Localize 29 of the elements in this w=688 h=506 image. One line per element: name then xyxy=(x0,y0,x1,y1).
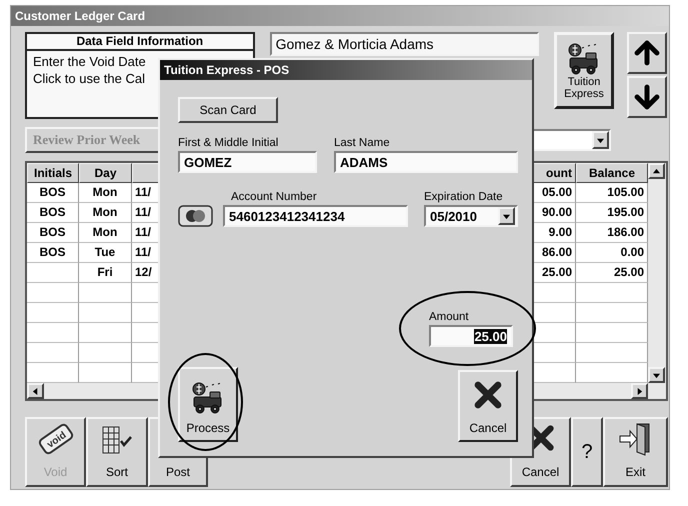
table-cell: 90.00 xyxy=(533,203,576,223)
table-cell: Mon xyxy=(79,203,132,223)
table-cell: 186.00 xyxy=(576,223,648,243)
table-cell: Fri xyxy=(79,263,132,283)
void-ticket-icon: void xyxy=(36,421,74,457)
table-cell: BOS xyxy=(27,203,79,223)
field-label: Expiration Date xyxy=(424,191,504,203)
field-label: First & Middle Initial xyxy=(178,137,280,149)
field-label: Amount xyxy=(429,311,470,323)
table-cell: 25.00 xyxy=(533,263,576,283)
table-cell: 05.00 xyxy=(533,183,576,203)
table-cell: BOS xyxy=(27,183,79,203)
table-cell: 195.00 xyxy=(576,203,648,223)
table-cell: 25.00 xyxy=(576,263,648,283)
field-label: Last Name xyxy=(334,137,391,149)
table-cell: 105.00 xyxy=(576,183,648,203)
table-cell: 86.00 xyxy=(533,243,576,263)
table-cell: Mon xyxy=(79,183,132,203)
table-cell: 9.00 xyxy=(533,223,576,243)
table-cell: Mon xyxy=(79,223,132,243)
info-text: Enter the Void Date Click to use the Cal xyxy=(32,53,147,88)
table-cell: 0.00 xyxy=(576,243,648,263)
table-cell: Tue xyxy=(79,243,132,263)
table-cell: BOS xyxy=(27,243,79,263)
info-heading: Data Field Information xyxy=(27,34,253,51)
field-label: Account Number xyxy=(230,191,318,203)
window-title: Customer Ledger Card xyxy=(11,6,669,26)
table-cell: BOS xyxy=(27,223,79,243)
dialog-title: Tuition Express - POS xyxy=(160,60,532,80)
